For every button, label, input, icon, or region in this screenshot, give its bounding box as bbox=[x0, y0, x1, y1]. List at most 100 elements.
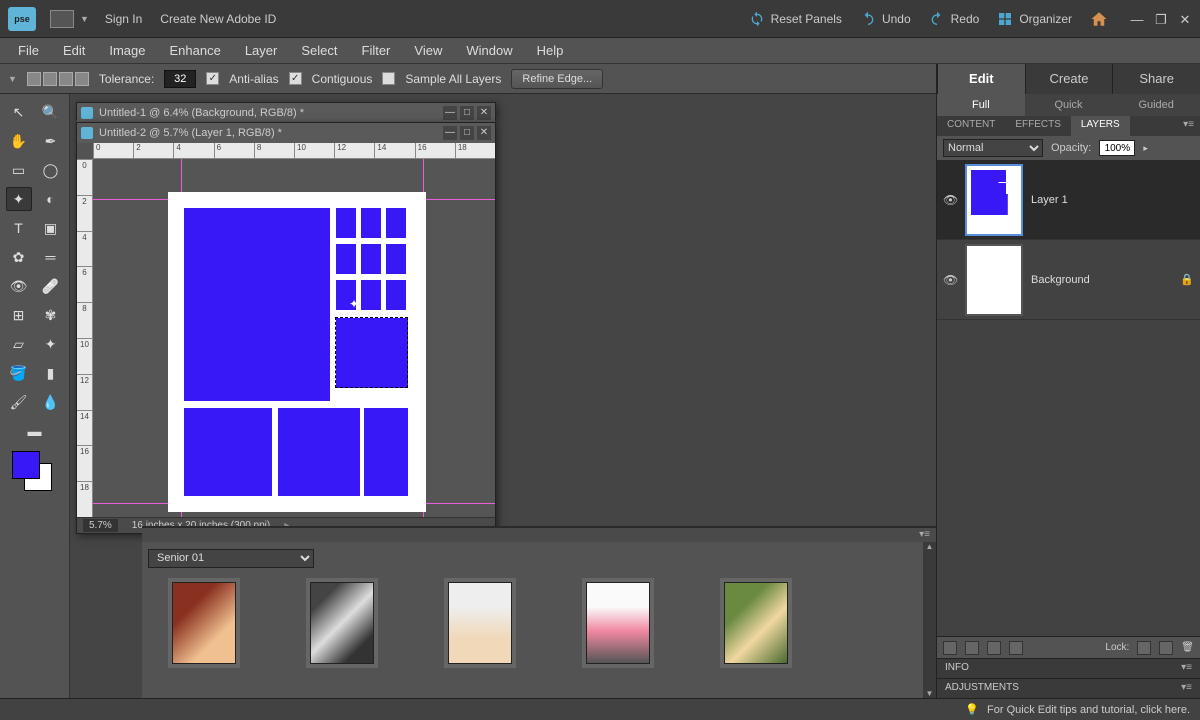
panel-tab-layers[interactable]: LAYERS bbox=[1071, 116, 1130, 136]
zoom-level[interactable]: 5.7% bbox=[83, 519, 118, 532]
menu-enhance[interactable]: Enhance bbox=[158, 39, 233, 62]
bin-thumbnail[interactable] bbox=[310, 582, 374, 664]
healing-brush-tool[interactable]: 🩹 bbox=[38, 274, 64, 298]
lasso-tool[interactable]: ◯ bbox=[38, 158, 64, 182]
redo-button[interactable]: Redo bbox=[929, 11, 980, 27]
layer-name[interactable]: Layer 1 bbox=[1031, 194, 1194, 206]
doc-close-button[interactable]: ✕ bbox=[477, 126, 491, 140]
clone-stamp-tool[interactable]: ⊞ bbox=[6, 303, 32, 327]
layer-item[interactable]: 👁 Background 🔒 bbox=[937, 240, 1200, 320]
delete-layer-icon[interactable]: 🗑 bbox=[1181, 642, 1194, 653]
subtab-guided[interactable]: Guided bbox=[1112, 94, 1200, 116]
canvas[interactable]: ✦ bbox=[93, 159, 495, 517]
doc-maximize-button[interactable]: □ bbox=[460, 106, 474, 120]
close-button[interactable]: ✕ bbox=[1178, 12, 1192, 26]
opacity-arrow[interactable]: ▸ bbox=[1143, 143, 1148, 154]
layout-dropdown-arrow[interactable]: ▼ bbox=[80, 14, 89, 24]
bin-scrollbar[interactable] bbox=[923, 542, 936, 698]
add-selection-icon[interactable] bbox=[43, 72, 57, 86]
panel-tab-content[interactable]: CONTENT bbox=[937, 116, 1005, 136]
sample-all-checkbox[interactable] bbox=[382, 72, 395, 85]
reset-panels-button[interactable]: Reset Panels bbox=[749, 11, 842, 27]
document-window-back[interactable]: Untitled-1 @ 6.4% (Background, RGB/8) * … bbox=[76, 102, 496, 120]
menu-file[interactable]: File bbox=[6, 39, 51, 62]
sponge-tool[interactable]: ▬ bbox=[22, 419, 48, 443]
doc-minimize-button[interactable]: — bbox=[443, 126, 457, 140]
bin-thumbnail[interactable] bbox=[724, 582, 788, 664]
doc-maximize-button[interactable]: □ bbox=[460, 126, 474, 140]
red-eye-tool[interactable]: 👁 bbox=[6, 274, 32, 298]
magic-wand-tool[interactable]: ✦ bbox=[6, 187, 32, 211]
ruler-horizontal[interactable]: 024681012141618 bbox=[93, 143, 495, 159]
visibility-toggle[interactable]: 👁 bbox=[943, 273, 957, 287]
subtab-quick[interactable]: Quick bbox=[1025, 94, 1113, 116]
tab-share[interactable]: Share bbox=[1112, 64, 1200, 94]
menu-select[interactable]: Select bbox=[289, 39, 349, 62]
doc-minimize-button[interactable]: — bbox=[443, 106, 457, 120]
panel-tab-effects[interactable]: EFFECTS bbox=[1005, 116, 1071, 136]
lock-all-icon[interactable] bbox=[1159, 641, 1173, 655]
visibility-toggle[interactable]: 👁 bbox=[943, 193, 957, 207]
organizer-button[interactable]: Organizer bbox=[997, 11, 1072, 27]
eraser-tool[interactable]: ▱ bbox=[6, 332, 32, 356]
menu-image[interactable]: Image bbox=[97, 39, 157, 62]
move-tool[interactable]: ↖ bbox=[6, 100, 32, 124]
undo-button[interactable]: Undo bbox=[860, 11, 911, 27]
anti-alias-checkbox[interactable]: ✓ bbox=[206, 72, 219, 85]
link-layers-icon[interactable] bbox=[1009, 641, 1023, 655]
bin-thumbnail[interactable] bbox=[172, 582, 236, 664]
menu-layer[interactable]: Layer bbox=[233, 39, 290, 62]
blend-mode-select[interactable]: Normal bbox=[943, 139, 1043, 157]
tab-edit[interactable]: Edit bbox=[937, 64, 1025, 94]
menu-help[interactable]: Help bbox=[525, 39, 576, 62]
intersect-selection-icon[interactable] bbox=[75, 72, 89, 86]
lock-transparent-icon[interactable] bbox=[1137, 641, 1151, 655]
sign-in-link[interactable]: Sign In bbox=[105, 12, 142, 26]
tab-create[interactable]: Create bbox=[1025, 64, 1113, 94]
type-tool[interactable]: T bbox=[6, 216, 32, 240]
hand-tool[interactable]: ✋ bbox=[6, 129, 32, 153]
ruler-vertical[interactable]: 024681012141618 bbox=[77, 159, 93, 517]
layer-mask-icon[interactable] bbox=[987, 641, 1001, 655]
subtab-full[interactable]: Full bbox=[937, 94, 1025, 116]
refine-edge-button[interactable]: Refine Edge... bbox=[511, 69, 603, 89]
create-adobe-id-link[interactable]: Create New Adobe ID bbox=[160, 12, 276, 26]
menu-filter[interactable]: Filter bbox=[350, 39, 403, 62]
straighten-tool[interactable]: ═ bbox=[38, 245, 64, 269]
layout-icon[interactable] bbox=[50, 10, 74, 28]
gradient-tool[interactable]: ▮ bbox=[38, 361, 64, 385]
bin-thumbnail[interactable] bbox=[448, 582, 512, 664]
smart-brush-tool[interactable]: ✦ bbox=[38, 332, 64, 356]
info-panel-header[interactable]: INFO▾≡ bbox=[937, 658, 1200, 678]
adjustment-layer-icon[interactable] bbox=[965, 641, 979, 655]
eyedropper-tool[interactable]: ✒ bbox=[38, 129, 64, 153]
menu-edit[interactable]: Edit bbox=[51, 39, 97, 62]
document-window-front[interactable]: Untitled-2 @ 5.7% (Layer 1, RGB/8) * — □… bbox=[76, 122, 496, 534]
tolerance-input[interactable] bbox=[164, 70, 196, 88]
contiguous-checkbox[interactable]: ✓ bbox=[289, 72, 302, 85]
zoom-tool[interactable]: 🔍 bbox=[38, 100, 64, 124]
crop-tool[interactable]: ▣ bbox=[38, 216, 64, 240]
new-selection-icon[interactable] bbox=[27, 72, 41, 86]
bin-preset-select[interactable]: Senior 01 bbox=[148, 549, 314, 568]
status-tip[interactable]: For Quick Edit tips and tutorial, click … bbox=[987, 704, 1190, 716]
layer-item[interactable]: 👁 Layer 1 bbox=[937, 160, 1200, 240]
cookie-cutter-tool[interactable]: ✿ bbox=[6, 245, 32, 269]
layer-thumbnail[interactable] bbox=[965, 244, 1023, 316]
layer-name[interactable]: Background bbox=[1031, 274, 1172, 286]
opacity-input[interactable] bbox=[1099, 140, 1135, 156]
menu-window[interactable]: Window bbox=[454, 39, 524, 62]
maximize-button[interactable]: ❐ bbox=[1154, 12, 1168, 26]
menu-view[interactable]: View bbox=[402, 39, 454, 62]
minimize-button[interactable]: — bbox=[1130, 12, 1144, 26]
home-icon[interactable] bbox=[1090, 10, 1108, 28]
brush-tool[interactable]: 🖌 bbox=[6, 390, 32, 414]
pattern-stamp-tool[interactable]: ✾ bbox=[38, 303, 64, 327]
doc-close-button[interactable]: ✕ bbox=[477, 106, 491, 120]
subtract-selection-icon[interactable] bbox=[59, 72, 73, 86]
marquee-tool[interactable]: ▭ bbox=[6, 158, 32, 182]
foreground-color[interactable] bbox=[12, 451, 40, 479]
quick-selection-tool[interactable]: ◐ bbox=[38, 187, 64, 211]
adjustments-panel-header[interactable]: ADJUSTMENTS▾≡ bbox=[937, 678, 1200, 698]
panel-menu-arrow[interactable]: ▾≡ bbox=[1177, 116, 1200, 136]
